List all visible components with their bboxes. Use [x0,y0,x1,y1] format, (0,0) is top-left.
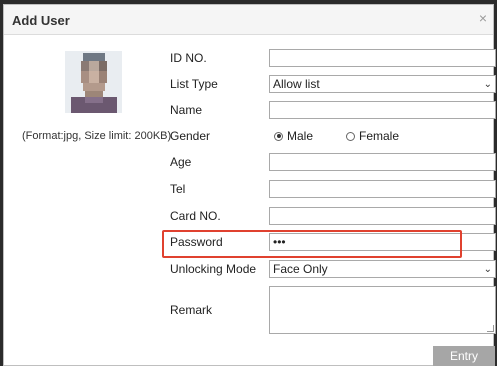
user-photo[interactable] [65,51,122,113]
chevron-down-icon: ⌄ [483,79,492,90]
card-no-label: Card NO. [170,209,221,223]
age-field[interactable] [269,153,496,171]
password-highlight-box [162,230,462,258]
dialog-titlebar: Add User × [4,5,493,35]
unlocking-mode-select[interactable]: Face Only ⌄ [269,260,496,278]
radio-unselected-icon [346,131,355,141]
entry-button[interactable]: Entry [433,346,495,366]
radio-selected-icon [274,131,283,141]
photo-format-hint: (Format:jpg, Size limit: 200KB) [22,130,172,142]
id-no-label: ID NO. [170,51,207,65]
name-field[interactable] [269,101,496,119]
age-label: Age [170,155,192,169]
list-type-select[interactable]: Allow list ⌄ [269,75,496,93]
gender-male-radio[interactable]: Male [274,129,313,143]
list-type-label: List Type [170,77,218,91]
remark-label: Remark [170,303,213,317]
card-no-field[interactable] [269,207,496,225]
gender-female-label: Female [359,129,400,143]
add-user-dialog: Add User × (Format:jpg, Size limit: 200K… [3,4,496,366]
gender-male-label: Male [287,129,314,143]
gender-label: Gender [170,129,211,143]
list-type-value: Allow list [273,77,320,91]
dialog-title: Add User [12,13,70,28]
tel-label: Tel [170,182,186,196]
unlocking-mode-label: Unlocking Mode [170,262,257,276]
name-label: Name [170,103,203,117]
resize-grip-icon[interactable] [487,325,494,332]
unlocking-mode-value: Face Only [273,262,328,276]
tel-field[interactable] [269,180,496,198]
gender-female-radio[interactable]: Female [346,129,399,143]
id-no-field[interactable] [269,49,496,67]
remark-textarea[interactable] [269,286,496,334]
chevron-down-icon: ⌄ [483,264,492,275]
close-icon[interactable]: × [479,11,487,25]
